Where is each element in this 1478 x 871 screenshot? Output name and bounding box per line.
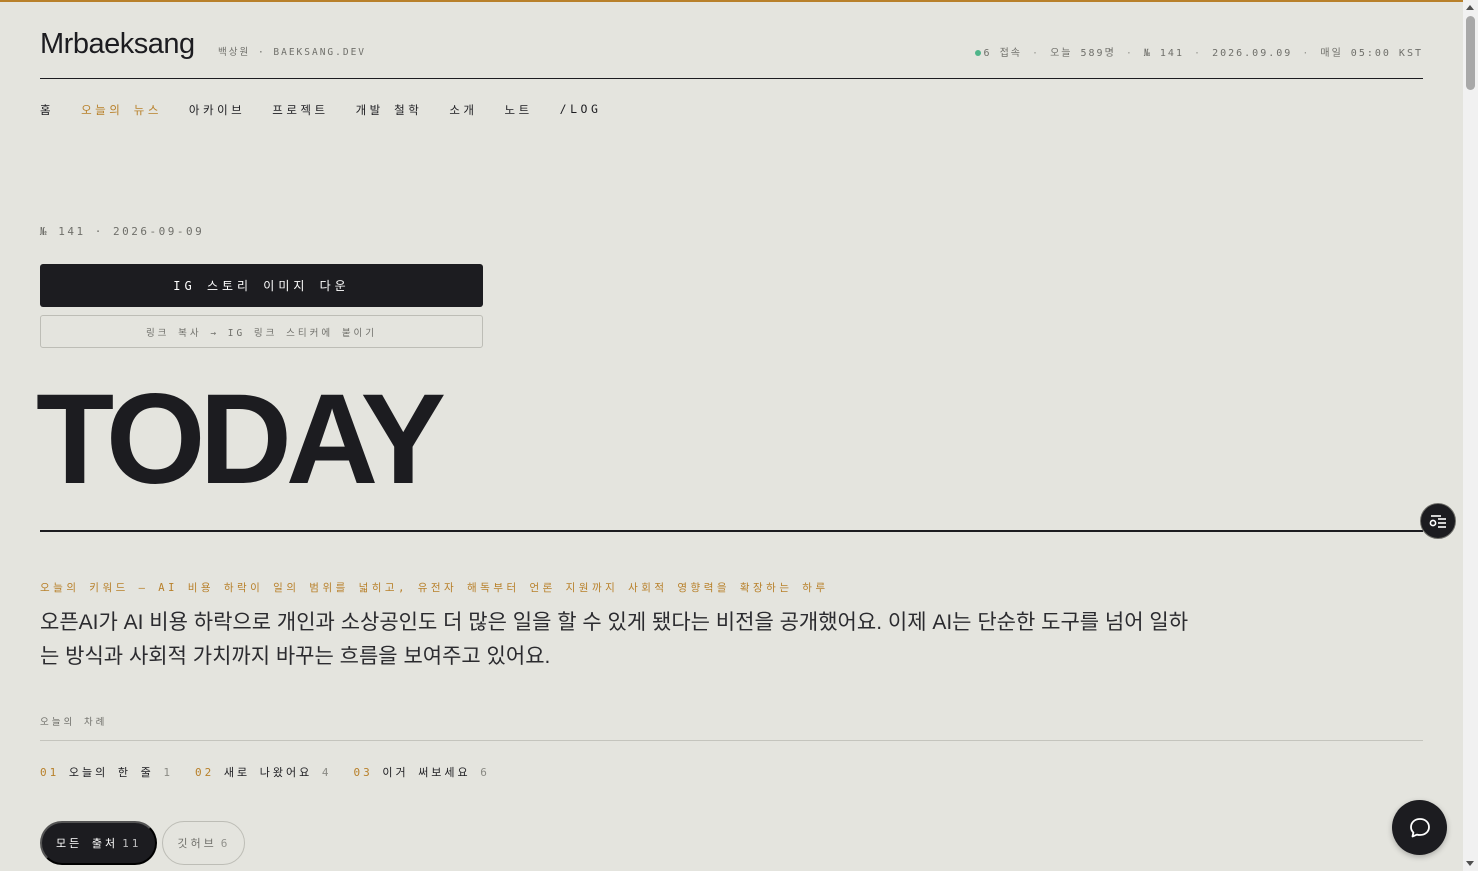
issue-date: 2026.09.09: [1212, 48, 1293, 59]
filter-chip-github[interactable]: 깃허브 6: [162, 821, 246, 865]
toc-count: 4: [321, 766, 332, 779]
hero-title: TODAY: [36, 368, 446, 511]
chip-label: 모든 출처: [56, 837, 119, 850]
toc-title: 오늘의 한 줄: [68, 766, 154, 779]
nav-home[interactable]: 홈: [40, 102, 54, 118]
chat-bubble-icon: [1409, 817, 1430, 837]
toc-item[interactable]: 03 이거 써보세요 6: [353, 764, 489, 780]
page-scrollbar[interactable]: [1463, 0, 1478, 871]
main-nav: 홈 오늘의 뉴스 아카이브 프로젝트 개발 철학 소개 노트 /LOG: [40, 102, 628, 118]
nav-about[interactable]: 소개: [449, 102, 477, 118]
ig-story-download-button[interactable]: IG 스토리 이미지 다운: [40, 264, 483, 307]
header-meta: 6 접속 · 오늘 589명 · № 141 · 2026.09.09 · 매일…: [974, 44, 1423, 59]
brand-subtitle: 백상원 · BAEKSANG.DEV: [218, 47, 367, 58]
online-dot-icon: [974, 50, 981, 56]
filter-settings-icon: [1429, 515, 1446, 528]
toc-item[interactable]: 02 새로 나왔어요 4: [195, 764, 331, 780]
chip-count: 6: [220, 836, 231, 850]
toc-item[interactable]: 01 오늘의 한 줄 1: [40, 764, 173, 780]
toc-label: 오늘의 차례: [40, 717, 108, 728]
toc-number: 02: [194, 766, 215, 779]
filter-chip-all-sources[interactable]: 모든 출처 11: [40, 821, 158, 865]
toc-divider: [40, 740, 1423, 741]
nav-dev-philosophy[interactable]: 개발 철학: [356, 102, 423, 118]
nav-archive[interactable]: 아카이브: [189, 102, 245, 118]
site-header: Mrbaeksang 백상원 · BAEKSANG.DEV 6 접속 · 오늘 …: [40, 28, 1423, 79]
online-count: 6 접속: [983, 48, 1022, 59]
top-accent-line: [0, 0, 1463, 2]
scroll-down-arrow-icon[interactable]: [1466, 861, 1474, 866]
chip-count: 11: [122, 836, 142, 850]
toc-title: 새로 나왔어요: [223, 766, 313, 779]
hero-divider: [40, 530, 1423, 532]
nav-log[interactable]: /LOG: [560, 102, 602, 118]
toc-title: 이거 써보세요: [382, 766, 471, 779]
toc-count: 1: [163, 766, 173, 779]
nav-today-news[interactable]: 오늘의 뉴스: [81, 102, 162, 118]
toc-list: 01 오늘의 한 줄 1 02 새로 나왔어요 4 03 이거 써보세요 6: [40, 764, 512, 780]
scroll-up-arrow-icon[interactable]: [1466, 5, 1474, 10]
source-filter-chips: 모든 출처 11 깃허브 6: [40, 821, 246, 865]
toc-number: 01: [40, 766, 60, 779]
issue-number: № 141: [1143, 48, 1184, 59]
filter-settings-button[interactable]: [1420, 503, 1456, 539]
issue-line: № 141 · 2026-09-09: [40, 225, 205, 238]
toc-count: 6: [480, 766, 490, 779]
nav-projects[interactable]: 프로젝트: [272, 102, 328, 118]
chat-button[interactable]: [1392, 800, 1447, 855]
brand-logo[interactable]: Mrbaeksang: [40, 28, 195, 61]
publish-schedule: 매일 05:00 KST: [1320, 48, 1423, 59]
copy-link-button[interactable]: 링크 복사 → IG 링크 스티커에 붙이기: [40, 315, 483, 348]
keyword-line: 오늘의 키워드 — AI 비용 하락이 일의 범위를 넓히고, 유전자 해독부터…: [40, 582, 829, 594]
nav-notes[interactable]: 노트: [505, 102, 533, 118]
scroll-thumb[interactable]: [1466, 16, 1475, 90]
today-visits: 오늘 589명: [1050, 48, 1116, 59]
toc-number: 03: [353, 766, 373, 779]
summary-text: 오픈AI가 AI 비용 하락으로 개인과 소상공인도 더 많은 일을 할 수 있…: [40, 611, 1189, 668]
chip-label: 깃허브: [177, 837, 217, 850]
